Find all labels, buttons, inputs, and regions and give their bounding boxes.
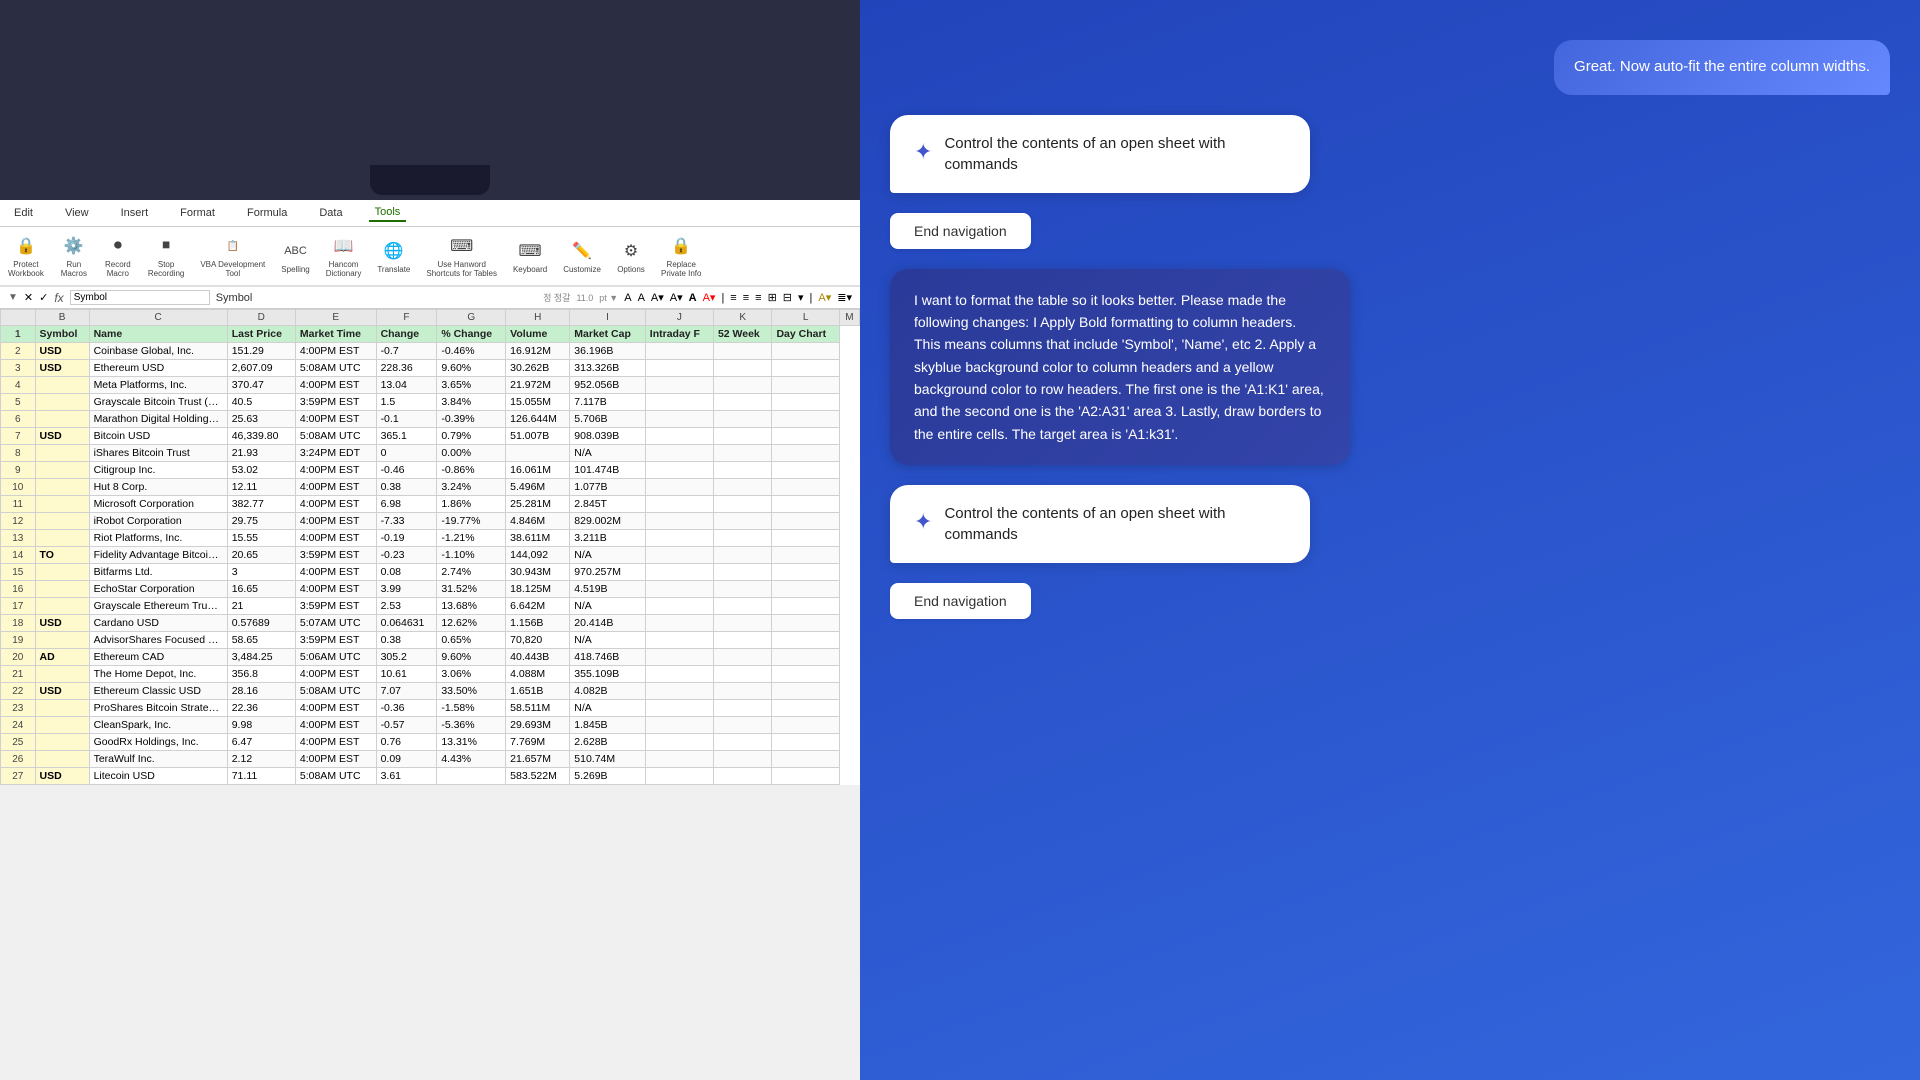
vba-icon: 📋 — [219, 234, 247, 258]
table-row[interactable]: 21The Home Depot, Inc.356.84:00PM EST10.… — [1, 666, 860, 683]
table-row[interactable]: 11Microsoft Corporation382.774:00PM EST6… — [1, 496, 860, 513]
table-row[interactable]: 4Meta Platforms, Inc.370.474:00PM EST13.… — [1, 377, 860, 394]
table-row[interactable]: 5Grayscale Bitcoin Trust (BTC)40.53:59PM… — [1, 394, 860, 411]
table-row[interactable]: 18USDCardano USD0.576895:07AM UTC0.06463… — [1, 615, 860, 632]
table-row[interactable]: 6Marathon Digital Holdings, Inc.25.634:0… — [1, 411, 860, 428]
col-header-row — [1, 310, 36, 326]
icon-replace-private[interactable]: 🔒 ReplacePrivate Info — [661, 234, 701, 278]
spreadsheet-grid[interactable]: B C D E F G H I J K L M 1SymbolNameLast … — [0, 309, 860, 785]
toolbar-dark-area — [0, 0, 860, 200]
icon-protect-workbook[interactable]: 🔒 ProtectWorkbook — [8, 234, 44, 278]
table-row[interactable]: 9Citigroup Inc.53.024:00PM EST-0.46-0.86… — [1, 462, 860, 479]
col-header-g: G — [437, 310, 506, 326]
fx-label: fx — [54, 291, 63, 305]
chat-panel: Great. Now auto-fit the entire column wi… — [860, 0, 1920, 1080]
table-row[interactable]: 17Grayscale Ethereum Trust (ETH)213:59PM… — [1, 598, 860, 615]
icon-keyboard[interactable]: ⌨ Keyboard — [513, 239, 547, 274]
cell-reference-box[interactable] — [70, 290, 210, 305]
assistant-text-1: Control the contents of an open sheet wi… — [944, 133, 1286, 175]
icon-dictionary[interactable]: 📖 HancomDictionary — [326, 234, 362, 278]
col-header-c: C — [89, 310, 227, 326]
table-row[interactable]: 16EchoStar Corporation16.654:00PM EST3.9… — [1, 581, 860, 598]
keyboard-shortcuts-icon: ⌨ — [448, 234, 476, 258]
camera-bump — [370, 165, 490, 195]
icon-run-macros[interactable]: ⚙️ RunMacros — [60, 234, 88, 278]
col-header-h: H — [506, 310, 570, 326]
format-bar: ▼ ✕ ✓ fx Symbol 정 정갈 11.0 pt ▼ A A A▾ A▾… — [0, 287, 860, 309]
spelling-icon: ABC — [282, 239, 310, 263]
assistant-bubble-1: ✦ Control the contents of an open sheet … — [890, 115, 1310, 193]
icon-translate[interactable]: 🌐 Translate — [377, 239, 410, 274]
spark-icon-2: ✦ — [914, 505, 932, 538]
stop-icon: ⏹ — [152, 234, 180, 258]
table-row[interactable]: 13Riot Platforms, Inc.15.554:00PM EST-0.… — [1, 530, 860, 547]
table-row[interactable]: 12iRobot Corporation29.754:00PM EST-7.33… — [1, 513, 860, 530]
macros-icon: ⚙️ — [60, 234, 88, 258]
table-row[interactable]: 2USDCoinbase Global, Inc.151.294:00PM ES… — [1, 343, 860, 360]
col-header-b: B — [35, 310, 89, 326]
col-header-d: D — [227, 310, 295, 326]
icon-customize[interactable]: ✏️ Customize — [563, 239, 601, 274]
table-row[interactable]: 25GoodRx Holdings, Inc.6.474:00PM EST0.7… — [1, 734, 860, 751]
assistant-text-2: Control the contents of an open sheet wi… — [944, 503, 1286, 545]
col-header-j: J — [645, 310, 713, 326]
dict-icon: 📖 — [330, 234, 358, 258]
table-row[interactable]: 22USDEthereum Classic USD28.165:08AM UTC… — [1, 683, 860, 700]
col-header-k: K — [713, 310, 772, 326]
table-row[interactable]: 10Hut 8 Corp.12.114:00PM EST0.383.24%5.4… — [1, 479, 860, 496]
tab-format[interactable]: Format — [174, 205, 221, 221]
col-header-i: I — [570, 310, 646, 326]
protect-icon: 🔒 — [12, 234, 40, 258]
ribbon-icon-bar: 🔒 ProtectWorkbook ⚙️ RunMacros ⏺ RecordM… — [0, 227, 860, 287]
keyboard-icon: ⌨ — [516, 239, 544, 263]
table-row[interactable]: 26TeraWulf Inc.2.124:00PM EST0.094.43%21… — [1, 751, 860, 768]
col-header-l: L — [772, 310, 839, 326]
table-row[interactable]: 8iShares Bitcoin Trust21.933:24PM EDT00.… — [1, 445, 860, 462]
tab-formula[interactable]: Formula — [241, 205, 293, 221]
spreadsheet-panel: Edit View Insert Format Formula Data Too… — [0, 0, 860, 1080]
icon-vba[interactable]: 📋 VBA DevelopmentTool — [200, 234, 265, 278]
col-header-e: E — [295, 310, 376, 326]
tab-data[interactable]: Data — [313, 205, 348, 221]
end-navigation-button-1[interactable]: End navigation — [890, 213, 1031, 249]
table-row[interactable]: 20ADEthereum CAD3,484.255:06AM UTC305.29… — [1, 649, 860, 666]
table-row[interactable]: 19AdvisorShares Focused Equity ETF58.653… — [1, 632, 860, 649]
translate-icon: 🌐 — [380, 239, 408, 263]
table-row[interactable]: 14TOFidelity Advantage Bitcoin ETF20.653… — [1, 547, 860, 564]
user-message-2: I want to format the table so it looks b… — [890, 269, 1350, 466]
table-row[interactable]: 3USDEthereum USD2,607.095:08AM UTC228.36… — [1, 360, 860, 377]
spark-icon-1: ✦ — [914, 135, 932, 168]
customize-icon: ✏️ — [568, 239, 596, 263]
end-navigation-button-2[interactable]: End navigation — [890, 583, 1031, 619]
tab-insert[interactable]: Insert — [115, 205, 155, 221]
icon-options[interactable]: ⚙ Options — [617, 239, 645, 274]
table-row[interactable]: 23ProShares Bitcoin Strategy ETF22.364:0… — [1, 700, 860, 717]
icon-record-macro[interactable]: ⏺ RecordMacro — [104, 234, 132, 278]
assistant-bubble-2: ✦ Control the contents of an open sheet … — [890, 485, 1310, 563]
col-header-m: M — [839, 310, 859, 326]
col-header-f: F — [376, 310, 437, 326]
table-row[interactable]: 27USDLitecoin USD71.115:08AM UTC3.61583.… — [1, 768, 860, 785]
formula-value: Symbol — [216, 292, 537, 304]
options-icon: ⚙ — [617, 239, 645, 263]
icon-shortcuts[interactable]: ⌨ Use HanwordShortcuts for Tables — [426, 234, 497, 278]
table-row[interactable]: 15Bitfarms Ltd.34:00PM EST0.082.74%30.94… — [1, 564, 860, 581]
tab-view[interactable]: View — [59, 205, 95, 221]
icon-stop-recording[interactable]: ⏹ StopRecording — [148, 234, 184, 278]
privacy-icon: 🔒 — [667, 234, 695, 258]
user-message-1: Great. Now auto-fit the entire column wi… — [1554, 40, 1890, 95]
ribbon-tabs[interactable]: Edit View Insert Format Formula Data Too… — [0, 200, 860, 227]
tab-tools[interactable]: Tools — [369, 204, 407, 222]
table-row[interactable]: 24CleanSpark, Inc.9.984:00PM EST-0.57-5.… — [1, 717, 860, 734]
record-icon: ⏺ — [104, 234, 132, 258]
table-row[interactable]: 7USDBitcoin USD46,339.805:08AM UTC365.10… — [1, 428, 860, 445]
tab-edit[interactable]: Edit — [8, 205, 39, 221]
icon-spelling[interactable]: ABC Spelling — [281, 239, 309, 274]
